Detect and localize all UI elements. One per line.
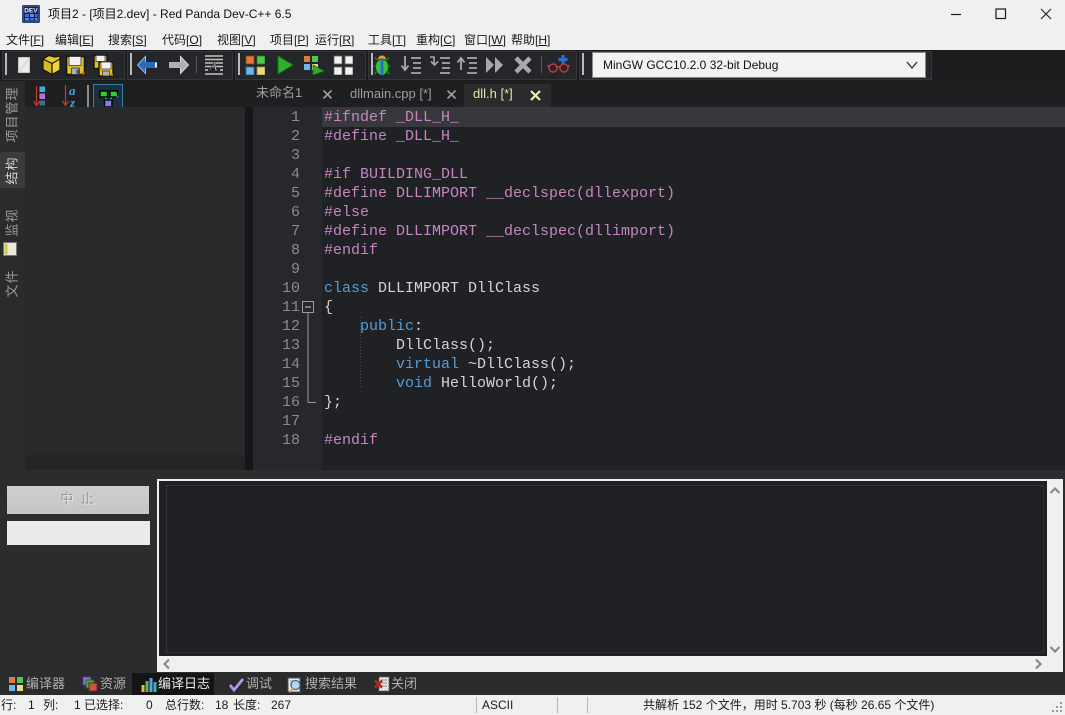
svg-text:A: A <box>208 60 218 75</box>
svg-text:DEV: DEV <box>24 8 38 15</box>
